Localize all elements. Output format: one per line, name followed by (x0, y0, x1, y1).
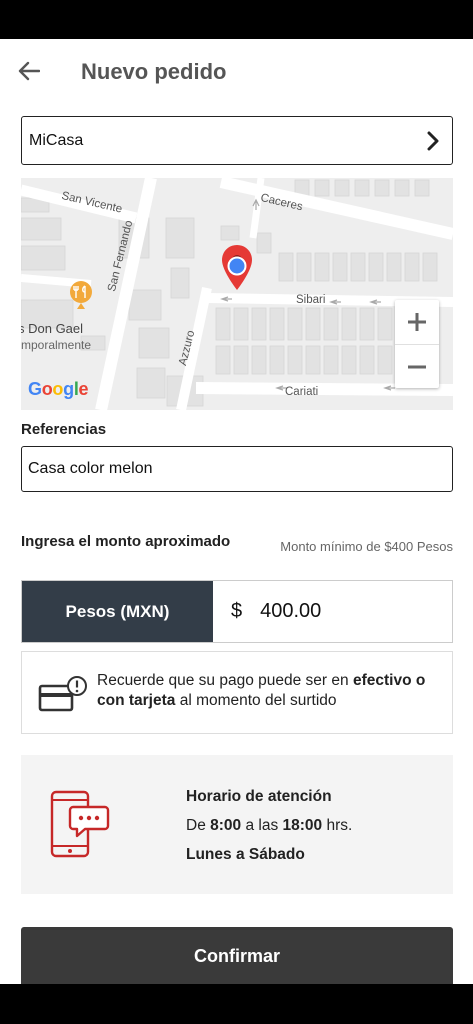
references-input[interactable] (21, 446, 453, 492)
amount-label: Ingresa el monto aproximado (21, 533, 231, 550)
minus-icon (408, 365, 426, 368)
hours-from: 8:00 (210, 817, 242, 834)
phone-chat-icon (50, 790, 110, 858)
hours-to: 18:00 (282, 817, 323, 834)
schedule-days: Lunes a Sábado (186, 846, 305, 863)
zoom-in-button[interactable] (395, 300, 439, 344)
amount-box: Pesos (MXN) $ 400.00 (21, 580, 453, 643)
payment-note-text: Recuerde que su pago puede ser en efecti… (97, 671, 442, 711)
schedule-title: Horario de atención (186, 788, 332, 805)
zoom-control (395, 300, 439, 388)
map[interactable]: San Vicente Caceres San Fernando Sibari … (21, 178, 453, 410)
amount-value: 400.00 (260, 600, 322, 622)
currency-selector[interactable]: Pesos (MXN) (22, 581, 213, 642)
zoom-out-button[interactable] (395, 344, 439, 388)
amount-input[interactable]: $ 400.00 (213, 581, 452, 642)
arrow-left-icon (18, 61, 40, 81)
payment-note: Recuerde que su pago puede ser en efecti… (21, 651, 453, 734)
map-tiles (21, 178, 453, 410)
hours-pre: De (186, 817, 211, 834)
current-location-dot (227, 256, 247, 276)
plus-icon (408, 313, 426, 331)
page-title: Nuevo pedido (81, 59, 227, 84)
street-sibari: Sibari (296, 294, 326, 306)
hours-mid: a las (241, 817, 283, 834)
credit-card-alert-icon (38, 676, 87, 712)
address-select[interactable]: MiCasa (21, 116, 453, 165)
hours-post: hrs. (322, 817, 353, 834)
header: Nuevo pedido (0, 39, 473, 105)
status-bar (0, 0, 473, 39)
references-label: Referencias (21, 421, 107, 438)
payment-text-1: Recuerde que su pago puede ser en (97, 672, 353, 689)
confirm-button[interactable]: Confirmar (21, 927, 453, 984)
minimum-amount-note: Monto mínimo de $400 Pesos (280, 539, 453, 554)
screen: Nuevo pedido MiCasa San Vicente Caceres … (0, 39, 473, 984)
chevron-right-icon (427, 131, 439, 150)
google-logo: Google (28, 379, 89, 399)
schedule-hours: De 8:00 a las 18:00 hrs. (186, 817, 352, 835)
back-button[interactable] (14, 56, 44, 86)
payment-text-2: al momento del surtido (175, 692, 337, 709)
navigation-bar (0, 984, 473, 1024)
schedule-card: Horario de atención De 8:00 a las 18:00 … (21, 755, 453, 894)
street-cariati: Cariati (285, 386, 319, 398)
poi-status: mporalmente (21, 338, 92, 352)
dollar-sign: $ (231, 600, 243, 622)
poi-name: s Don Gael (21, 321, 84, 336)
address-selected-value: MiCasa (29, 131, 84, 149)
